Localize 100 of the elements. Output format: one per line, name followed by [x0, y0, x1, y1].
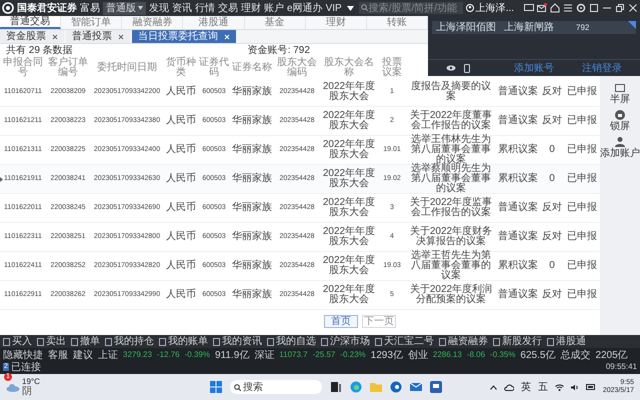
table-cell: 普通议案: [498, 232, 538, 242]
input-method-indicator[interactable]: 英: [520, 380, 531, 394]
toolbar-button[interactable]: 买入: [3, 336, 32, 347]
search-field[interactable]: 搜索/股票/简拼/功能: [358, 2, 463, 14]
table-cell: 已申报: [567, 261, 597, 271]
temperature: 19°C: [22, 377, 40, 386]
column-header: 投票议案: [381, 58, 403, 78]
table-cell: 普通议案: [498, 87, 538, 97]
table-cell: 华丽家族: [232, 174, 272, 184]
toolbar-button[interactable]: 天汇宝二号: [375, 336, 434, 347]
toolbar-button[interactable]: 撤单: [71, 336, 100, 347]
index-value: -0.23%: [340, 349, 366, 361]
table-cell: 人民币: [166, 261, 196, 271]
table-cell: 普通议案: [498, 116, 538, 126]
product-name: 富易: [80, 2, 100, 16]
table-cell: 0: [549, 174, 555, 184]
index-name: 上证: [98, 350, 118, 360]
column-header: 申报合同号: [2, 58, 44, 78]
index-volume: 911.9亿: [214, 350, 250, 360]
table-cell: 反对: [542, 87, 562, 97]
quick-link[interactable]: 建议: [73, 350, 93, 360]
input-method-indicator[interactable]: 五: [538, 380, 548, 394]
tab[interactable]: 当日投票委托查询: [132, 30, 236, 43]
taskbar-search[interactable]: 搜索: [230, 380, 322, 394]
table-cell: 0: [549, 145, 555, 155]
index-value: -0.35%: [490, 349, 516, 361]
menu-item[interactable]: 行情: [195, 0, 215, 16]
tab[interactable]: 转账: [366, 16, 428, 29]
index-value: -0.39%: [184, 349, 210, 361]
tab[interactable]: 资金股票: [0, 30, 64, 43]
index-name: 创业: [408, 350, 428, 360]
table-cell: 华丽家族: [232, 203, 272, 213]
toolbar-button[interactable]: 我的持仓: [105, 336, 154, 347]
table-cell: 华丽家族: [232, 87, 272, 97]
table-cell: 已申报: [567, 116, 597, 126]
tab[interactable]: 普通交易: [0, 16, 62, 29]
table-cell-text: 关于2022年度财务决算报告的议案: [408, 227, 494, 247]
table-cell: 人民币: [166, 232, 196, 242]
side-tool[interactable]: 添加账户: [600, 136, 640, 159]
table-cell-text: 2022年年度股东大会: [322, 256, 376, 276]
tab[interactable]: 港股通: [183, 16, 245, 29]
toolbar-button[interactable]: 卖出: [37, 336, 66, 347]
table-cell: 反对: [542, 290, 562, 300]
menu-item[interactable]: 账户: [264, 0, 284, 16]
tab[interactable]: 融资融券: [122, 16, 184, 29]
menu-item[interactable]: VIP: [326, 0, 342, 16]
table-cell: 反对: [542, 116, 562, 126]
account-switcher[interactable]: 上海泽...: [466, 0, 514, 16]
add-account-link[interactable]: 添加账号: [514, 60, 554, 76]
menu-item[interactable]: 资讯: [172, 0, 192, 16]
table-cell-text: 2022年年度股东大会: [322, 111, 376, 131]
toolbar-button[interactable]: 港股通: [547, 336, 586, 347]
table-cell-text: 2022年年度股东大会: [322, 198, 376, 218]
logout-link[interactable]: 注销登录: [582, 60, 622, 76]
table-cell-text: 2022年年度股东大会: [322, 82, 376, 102]
menu-item[interactable]: 交易: [218, 0, 238, 16]
menu-item[interactable]: 理财: [241, 0, 261, 16]
table-cell: 已申报: [567, 203, 597, 213]
tab[interactable]: 基金: [244, 16, 306, 29]
table-cell: 人民币: [166, 203, 196, 213]
table-cell: 人民币: [166, 290, 196, 300]
account-row[interactable]: 上海泽阳佰图 上海新闸路 792: [432, 21, 636, 34]
table-cell-text: 选举王哲先生为第八届董事会董事的议案: [410, 251, 492, 281]
column-header: 股东大会编码: [276, 58, 318, 78]
column-header: 委托时间日期: [97, 62, 157, 72]
edition-dropdown[interactable]: 普通版: [103, 2, 146, 14]
table-cell: 已申报: [567, 87, 597, 97]
table-cell: 累积议案: [498, 261, 538, 271]
table-cell-text: 2022年年度股东大会: [322, 285, 376, 305]
column-header: 股东大会名称: [323, 58, 375, 78]
account-number: 资金账号: 792: [248, 46, 310, 56]
side-tool[interactable]: 半屏: [610, 82, 630, 105]
toolbar-button[interactable]: 我的自选: [267, 336, 316, 347]
table-cell: 人民币: [166, 174, 196, 184]
table-cell-text: 选举蔡顺明先生为第八届董事会董事的议案: [410, 164, 492, 194]
side-tool[interactable]: 锁屏: [610, 109, 630, 132]
quick-link[interactable]: 隐藏快捷: [3, 350, 43, 360]
index-value: 3279.23: [123, 349, 152, 361]
table-cell-text: 2022年年度股东大会: [322, 227, 376, 247]
toolbar-button[interactable]: 沪深市场: [321, 336, 370, 347]
quick-link[interactable]: 客服: [48, 350, 68, 360]
table-cell: 人民币: [166, 116, 196, 126]
toolbar-button[interactable]: 我的账单: [159, 336, 208, 347]
table-cell: 累积议案: [498, 174, 538, 184]
menu-item[interactable]: 发现: [149, 0, 169, 16]
tab[interactable]: 理财: [306, 16, 367, 29]
weather-text: 阴: [22, 386, 33, 397]
page-button[interactable]: 首页: [324, 315, 358, 328]
menu-item[interactable]: e网通办: [287, 0, 323, 16]
column-header: 货币种类: [165, 58, 197, 78]
toolbar-button[interactable]: 新股发行: [493, 336, 542, 347]
index-value: -12.76: [156, 349, 180, 361]
connection-status: 已连接: [10, 362, 41, 372]
toolbar-button[interactable]: 融资融券: [439, 336, 488, 347]
index-value: 2286.13: [432, 349, 462, 361]
index-value: -25.57: [312, 349, 336, 361]
tab[interactable]: 普通投票: [66, 30, 130, 43]
account-name: 上海泽阳佰图: [436, 20, 496, 35]
tab[interactable]: 智能订单: [61, 16, 122, 29]
toolbar-button[interactable]: 我的资讯: [213, 336, 262, 347]
